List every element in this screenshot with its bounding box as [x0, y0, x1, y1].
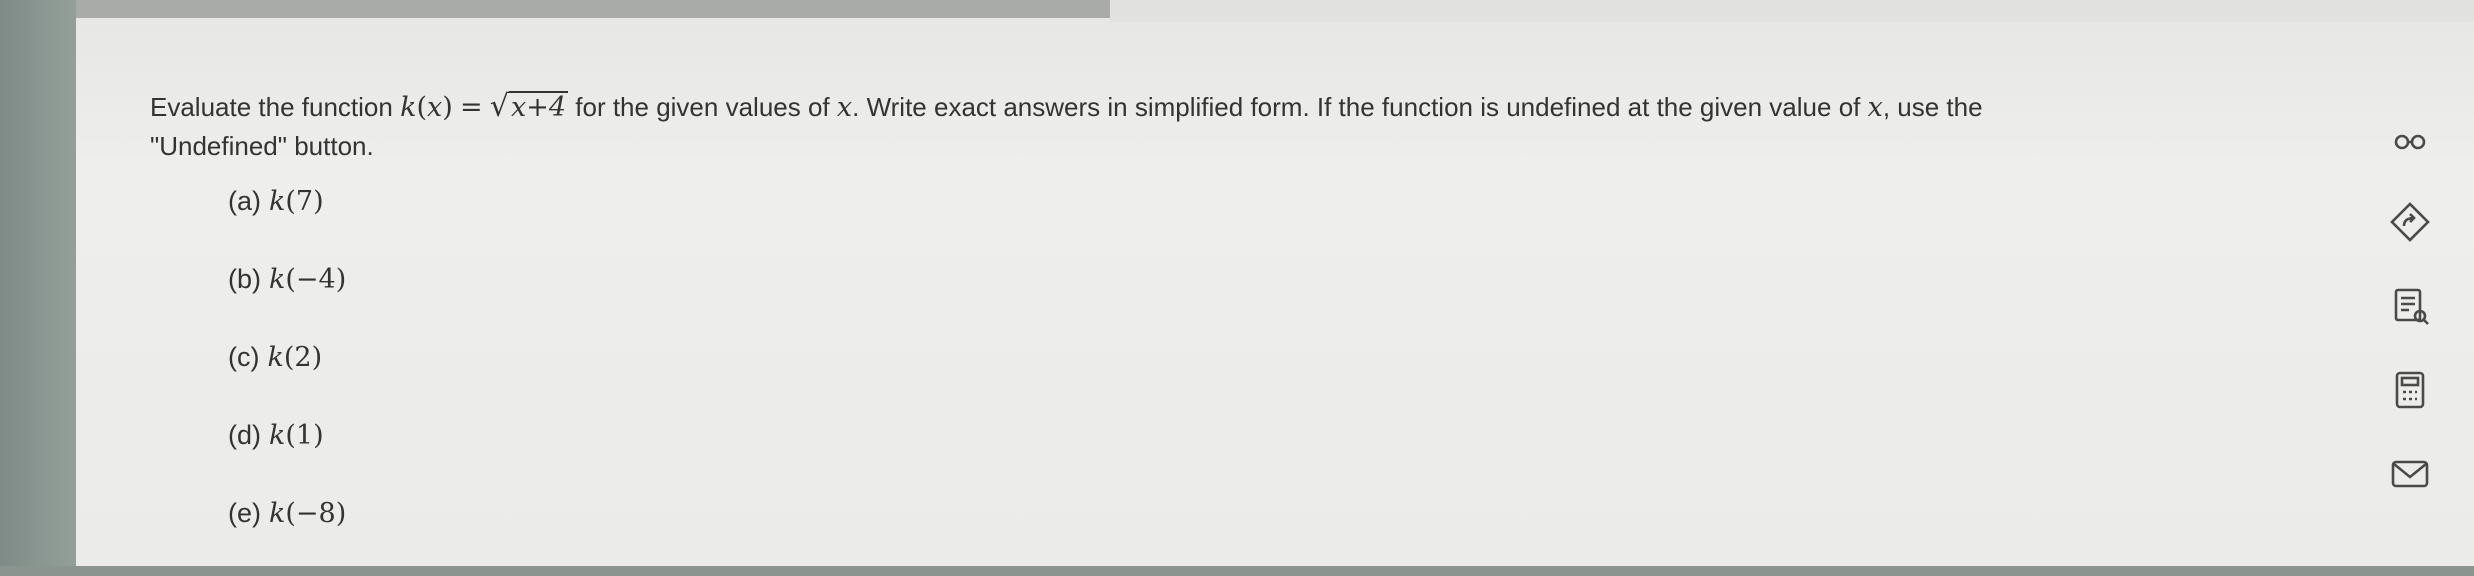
- square-root-expression: √x+4: [489, 89, 569, 124]
- top-bar: [76, 0, 1110, 18]
- variable-x: x: [836, 92, 853, 123]
- question-prefix: Evaluate the function: [150, 92, 393, 122]
- right-toolbar: [2378, 108, 2442, 548]
- part-e: (e) k(−8): [228, 498, 347, 529]
- glasses-icon[interactable]: [2378, 108, 2442, 172]
- equals-sign: =: [460, 92, 483, 123]
- screen-background: [76, 0, 2474, 566]
- radicand: x+4: [509, 91, 569, 123]
- calculator-icon[interactable]: [2378, 358, 2442, 422]
- part-b: (b) k(−4): [228, 264, 347, 295]
- top-bar-right: [1110, 0, 2474, 22]
- question-after-var: . Write exact answers in simplified form…: [852, 92, 1861, 122]
- left-bezel: [0, 0, 76, 566]
- variable-x-2: x: [1867, 92, 1883, 123]
- parts-list: (a) k(7) (b) k(−4) (c) k(2) (d) k(1) (e)…: [228, 186, 346, 576]
- question-line2: "Undefined" button.: [150, 131, 374, 161]
- question-middle: for the given values of: [575, 92, 830, 122]
- function-notation: k(x): [400, 92, 453, 123]
- question-suffix: , use the: [1882, 92, 1983, 122]
- part-d: (d) k(1): [228, 420, 324, 451]
- notes-icon[interactable]: [2378, 274, 2442, 338]
- message-icon[interactable]: [2378, 442, 2442, 506]
- part-a: (a) k(7): [228, 186, 324, 217]
- part-c: (c) k(2): [228, 342, 323, 373]
- question-text: Evaluate the function k(x) = √x+4 for th…: [150, 88, 2340, 165]
- hint-icon[interactable]: [2378, 190, 2442, 254]
